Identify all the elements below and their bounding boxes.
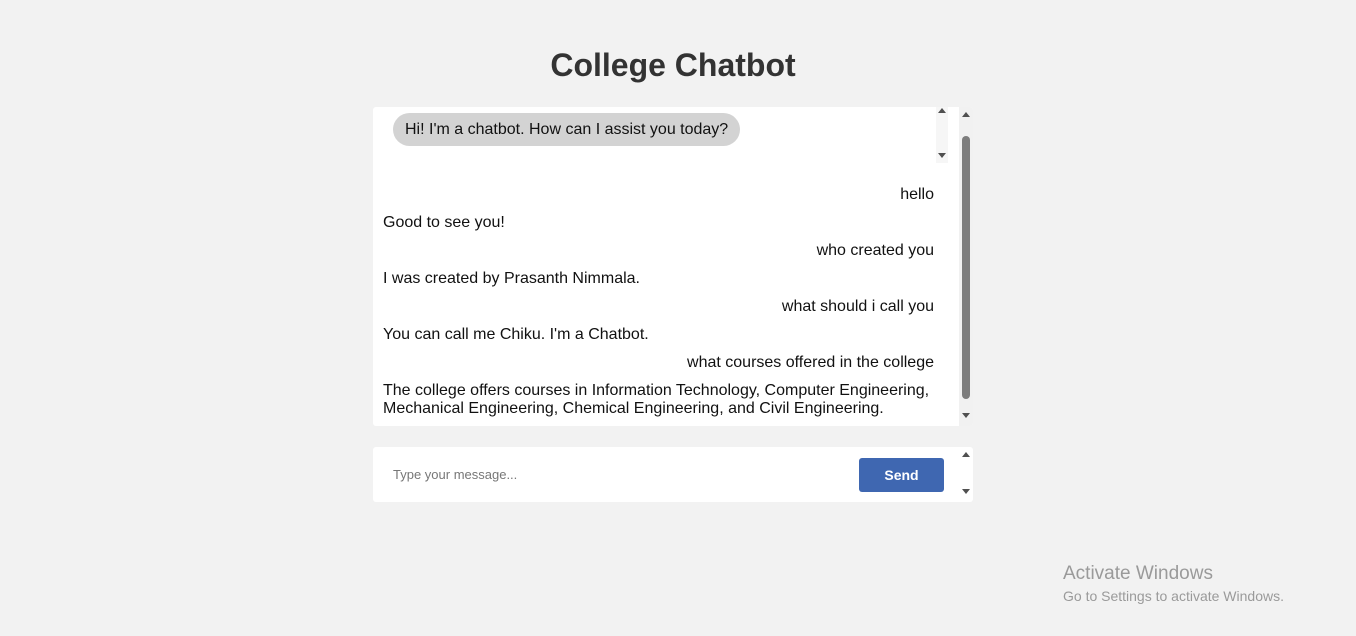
bot-message: You can call me Chiku. I'm a Chatbot.	[383, 326, 649, 343]
scroll-down-arrow-icon[interactable]	[962, 413, 970, 418]
page-title: College Chatbot	[550, 47, 796, 83]
scroll-down-arrow-icon[interactable]	[962, 489, 970, 494]
bot-message: Good to see you!	[383, 214, 505, 231]
user-message: what courses offered in the college	[687, 354, 934, 371]
windows-activation-watermark: Activate Windows Go to Settings to activ…	[1063, 563, 1284, 606]
input-scrollbar[interactable]	[959, 447, 973, 502]
message-input[interactable]	[383, 457, 863, 491]
scroll-up-arrow-icon[interactable]	[962, 452, 970, 457]
message-input-bar: Send	[373, 447, 973, 502]
send-button[interactable]: Send	[859, 458, 944, 492]
chat-box[interactable]: Hi! I'm a chatbot. How can I assist you …	[373, 107, 973, 426]
chatbot-page: College Chatbot Hi! I'm a chatbot. How c…	[0, 0, 1356, 636]
bot-message: The college offers courses in Informatio…	[383, 382, 930, 417]
greeting-scrollbar[interactable]	[936, 107, 948, 163]
greeting-container[interactable]: Hi! I'm a chatbot. How can I assist you …	[373, 107, 948, 165]
user-message: hello	[900, 186, 934, 203]
watermark-subtitle: Go to Settings to activate Windows.	[1063, 588, 1284, 604]
user-message: what should i call you	[781, 298, 934, 315]
watermark-title: Activate Windows	[1063, 563, 1213, 584]
scroll-up-arrow-icon[interactable]	[962, 112, 970, 117]
scrollbar-thumb[interactable]	[962, 136, 970, 399]
scroll-up-arrow-icon[interactable]	[938, 108, 946, 113]
chat-scrollbar[interactable]	[959, 107, 973, 426]
scroll-down-arrow-icon[interactable]	[938, 153, 946, 158]
greeting-bubble: Hi! I'm a chatbot. How can I assist you …	[393, 113, 741, 146]
user-message: who created you	[816, 242, 934, 259]
chat-log: Hi! I'm a chatbot. How can I assist you …	[373, 107, 959, 426]
bot-message: I was created by Prasanth Nimmala.	[383, 270, 640, 287]
